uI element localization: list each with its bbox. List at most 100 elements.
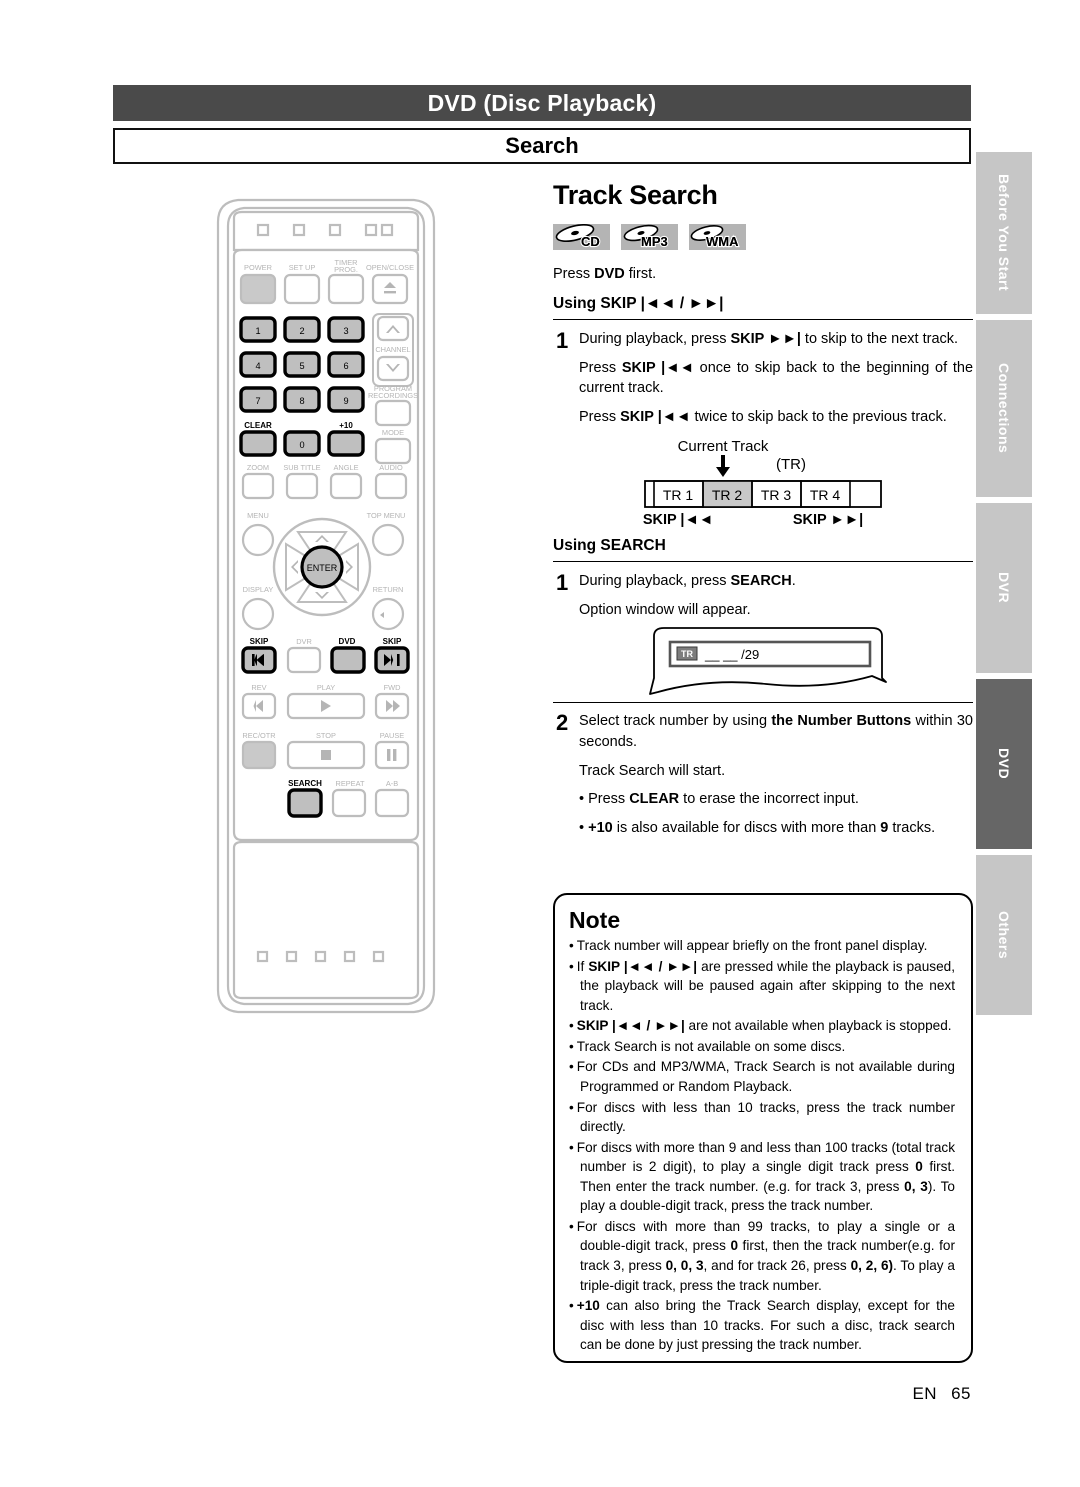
svg-text:DVD: DVD — [339, 637, 356, 646]
svg-text:A-B: A-B — [386, 779, 398, 788]
press-dvd-bold: DVD — [594, 266, 625, 282]
svg-text:SET UP: SET UP — [289, 263, 316, 272]
sidebar-tab-before-you-start[interactable]: Before You Start — [976, 152, 1032, 314]
txt: is also available for discs with more th… — [612, 819, 881, 836]
note-box: Note • Track number will appear briefly o… — [553, 893, 973, 1363]
svg-text:ZOOM: ZOOM — [247, 463, 269, 472]
txt: tracks. — [888, 819, 936, 836]
txt-bold: CLEAR — [629, 791, 680, 808]
search-step2-line-1: Select track number by using the Number … — [579, 711, 973, 752]
track-cell-label: TR 1 — [663, 487, 694, 503]
note-list-item: • If SKIP |◄◄ / ►►| are pressed while the… — [569, 957, 955, 1016]
txt-bold: 0, 3 — [904, 1178, 928, 1194]
bullet-glyph: • — [569, 938, 574, 953]
step-number: 1 — [556, 328, 569, 353]
bullet-glyph: • — [569, 1018, 574, 1034]
txt: Press — [588, 791, 630, 808]
chapter-header-bar: DVD (Disc Playback) — [113, 85, 971, 121]
txt: twice to skip back to the previous track… — [690, 408, 947, 425]
step-number: 2 — [556, 710, 569, 736]
svg-text:CLEAR: CLEAR — [244, 421, 272, 430]
track-cell-label: TR 3 — [761, 487, 792, 503]
txt: to skip to the next track. — [800, 331, 959, 347]
sidebar-tab-label: Connections — [996, 363, 1012, 454]
txt: . — [791, 573, 796, 590]
track-value-text: __ __ /29 — [704, 647, 759, 662]
bullet-glyph: • — [569, 1059, 574, 1075]
sidebar-tab-label: DVD — [996, 748, 1012, 780]
txt: During playback, press — [579, 331, 731, 347]
note-list-item: • Track number will appear briefly on the… — [569, 936, 955, 956]
option-window-illustration: TR __ __ /29 — [553, 626, 973, 698]
txt-bold: 0, 2, 6) — [850, 1258, 894, 1273]
txt-bold: SEARCH — [730, 573, 792, 590]
sidebar-tab-others[interactable]: Others — [976, 855, 1032, 1015]
svg-text:CD: CD — [581, 234, 600, 249]
current-track-label: Current Track — [678, 438, 769, 455]
svg-text:REV: REV — [251, 683, 266, 692]
track-cell-label: TR 2 — [712, 487, 743, 503]
track-skip-diagram: Current Track (TR) TR 1 TR 2 TR 3 TR 4 S… — [553, 437, 973, 529]
txt-bold: SKIP |◄◄ — [620, 408, 691, 425]
txt: For CDs and MP3/WMA, Track Search is not… — [576, 1059, 955, 1094]
txt-bold: 0 — [915, 1159, 923, 1175]
txt: If — [576, 958, 589, 974]
svg-text:TOP MENU: TOP MENU — [367, 511, 406, 520]
svg-text:ENTER: ENTER — [307, 563, 338, 573]
search-step1-line-1: During playback, press SEARCH. — [579, 571, 973, 592]
chapter-title: DVD (Disc Playback) — [427, 89, 657, 116]
txt: can also bring the Track Search display,… — [580, 1298, 955, 1353]
note-list-item: • For discs with more than 9 and less tha… — [569, 1138, 955, 1216]
step-body: Select track number by using the Number … — [579, 711, 973, 838]
svg-text:WMA: WMA — [706, 234, 739, 249]
section-title: Search — [505, 133, 579, 158]
bullet-glyph: • — [569, 1218, 574, 1234]
txt-bold: SKIP |◄◄ / ►►| — [588, 958, 698, 974]
note-list-item: • For discs with less than 10 tracks, pre… — [569, 1098, 955, 1137]
search-step-2: 2 Select track number by using the Numbe… — [553, 711, 973, 838]
svg-text:DVR: DVR — [296, 637, 312, 646]
svg-text:PLAY: PLAY — [317, 683, 335, 692]
sidebar-tab-connections[interactable]: Connections — [976, 320, 1032, 497]
svg-text:9: 9 — [343, 396, 348, 406]
skip-step-line-3: Press SKIP |◄◄ twice to skip back to the… — [579, 407, 973, 428]
svg-text:REPEAT: REPEAT — [335, 779, 365, 788]
svg-text:0: 0 — [299, 440, 304, 450]
svg-text:OPEN/CLOSE: OPEN/CLOSE — [366, 263, 414, 272]
svg-text:8: 8 — [299, 396, 304, 406]
sidebar-tab-label: Before You Start — [996, 174, 1012, 292]
svg-text:6: 6 — [343, 361, 348, 371]
skip-step-line-2: Press SKIP |◄◄ once to skip back to the … — [579, 358, 973, 399]
txt-bold: +10 — [576, 1298, 600, 1314]
sidebar-tab-dvr[interactable]: DVR — [976, 503, 1032, 673]
using-search-heading: Using SEARCH — [553, 537, 666, 555]
svg-text:7: 7 — [255, 396, 260, 406]
svg-text:RETURN: RETURN — [373, 585, 404, 594]
bullet-glyph: • — [569, 1038, 574, 1054]
svg-text:SUB TITLE: SUB TITLE — [283, 463, 320, 472]
svg-text:ANGLE: ANGLE — [333, 463, 358, 472]
note-title: Note — [569, 907, 621, 933]
skip-step-line-1: During playback, press SKIP ►►| to skip … — [579, 329, 973, 350]
footer-page-number: 65 — [951, 1384, 971, 1403]
sidebar-tab-dvd[interactable]: DVD — [976, 679, 1032, 849]
svg-text:3: 3 — [343, 326, 348, 336]
page-title: Track Search — [553, 180, 718, 210]
step-number: 1 — [556, 570, 569, 596]
svg-text:AUDIO: AUDIO — [379, 463, 403, 472]
svg-text:RECORDINGS: RECORDINGS — [368, 391, 418, 400]
skip-forward-label: SKIP ►►| — [793, 512, 863, 528]
txt-bold: the Number Buttons — [771, 713, 912, 730]
section-header-bar: Search — [113, 128, 971, 164]
footer-language: EN — [912, 1384, 938, 1403]
svg-text:SEARCH: SEARCH — [288, 779, 322, 788]
svg-text:PROG.: PROG. — [334, 265, 358, 274]
tr-label: (TR) — [776, 456, 806, 473]
svg-text:SKIP: SKIP — [250, 637, 269, 646]
svg-text:SKIP: SKIP — [383, 637, 402, 646]
sidebar-tab-label: DVR — [996, 572, 1012, 604]
txt-bold: +10 — [588, 819, 613, 836]
txt: Track Search is not available on some di… — [576, 1038, 846, 1054]
disc-type-icons: CD CD MP3 MP3 WMA WMA — [553, 224, 973, 250]
note-list-item: • Track Search is not available on some d… — [569, 1037, 955, 1057]
